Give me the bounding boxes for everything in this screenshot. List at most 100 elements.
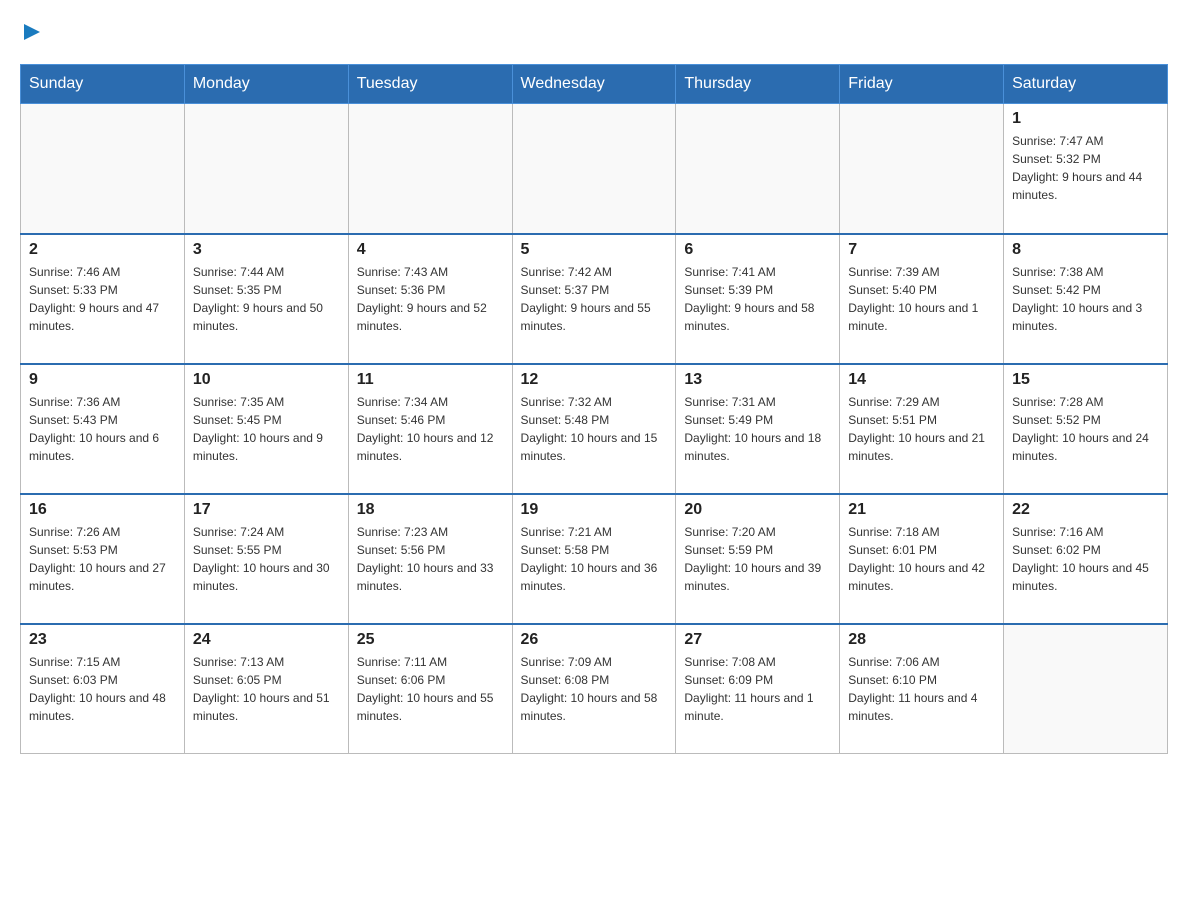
day-info: Sunrise: 7:21 AMSunset: 5:58 PMDaylight:… xyxy=(521,523,668,595)
calendar-day-cell: 3 Sunrise: 7:44 AMSunset: 5:35 PMDaylight… xyxy=(184,234,348,364)
calendar-day-cell: 21 Sunrise: 7:18 AMSunset: 6:01 PMDayligh… xyxy=(840,494,1004,624)
day-number: 23 xyxy=(29,631,176,649)
calendar-day-cell: 22 Sunrise: 7:16 AMSunset: 6:02 PMDayligh… xyxy=(1004,494,1168,624)
calendar-day-cell: 23 Sunrise: 7:15 AMSunset: 6:03 PMDayligh… xyxy=(21,624,185,754)
day-number: 20 xyxy=(684,501,831,519)
calendar-day-cell xyxy=(184,104,348,234)
day-number: 1 xyxy=(1012,110,1159,128)
calendar-day-cell xyxy=(676,104,840,234)
day-number: 21 xyxy=(848,501,995,519)
calendar-day-cell xyxy=(512,104,676,234)
day-info: Sunrise: 7:43 AMSunset: 5:36 PMDaylight:… xyxy=(357,263,504,335)
calendar-week-row: 2 Sunrise: 7:46 AMSunset: 5:33 PMDaylight… xyxy=(21,234,1168,364)
day-info: Sunrise: 7:23 AMSunset: 5:56 PMDaylight:… xyxy=(357,523,504,595)
calendar-day-cell: 8Sunrise: 7:38 AMSunset: 5:42 PMDaylight… xyxy=(1004,234,1168,364)
day-number: 3 xyxy=(193,241,340,259)
day-number: 2 xyxy=(29,241,176,259)
day-number: 14 xyxy=(848,371,995,389)
calendar-day-cell: 26 Sunrise: 7:09 AMSunset: 6:08 PMDayligh… xyxy=(512,624,676,754)
day-of-week-header: Thursday xyxy=(676,65,840,104)
day-number: 17 xyxy=(193,501,340,519)
day-number: 26 xyxy=(521,631,668,649)
calendar-day-cell xyxy=(1004,624,1168,754)
day-number: 28 xyxy=(848,631,995,649)
calendar-day-cell: 1 Sunrise: 7:47 AMSunset: 5:32 PMDaylight… xyxy=(1004,104,1168,234)
day-info: Sunrise: 7:35 AMSunset: 5:45 PMDaylight:… xyxy=(193,393,340,465)
day-info: Sunrise: 7:38 AMSunset: 5:42 PMDaylight:… xyxy=(1012,263,1159,335)
calendar-day-cell: 25Sunrise: 7:11 AMSunset: 6:06 PMDayligh… xyxy=(348,624,512,754)
calendar-week-row: 23 Sunrise: 7:15 AMSunset: 6:03 PMDayligh… xyxy=(21,624,1168,754)
calendar-day-cell: 9 Sunrise: 7:36 AMSunset: 5:43 PMDaylight… xyxy=(21,364,185,494)
day-of-week-header: Wednesday xyxy=(512,65,676,104)
day-info: Sunrise: 7:28 AMSunset: 5:52 PMDaylight:… xyxy=(1012,393,1159,465)
day-number: 13 xyxy=(684,371,831,389)
day-of-week-header: Tuesday xyxy=(348,65,512,104)
day-info: Sunrise: 7:44 AMSunset: 5:35 PMDaylight:… xyxy=(193,263,340,335)
day-info: Sunrise: 7:08 AMSunset: 6:09 PMDaylight:… xyxy=(684,653,831,725)
calendar-week-row: 9 Sunrise: 7:36 AMSunset: 5:43 PMDaylight… xyxy=(21,364,1168,494)
calendar-day-cell: 13 Sunrise: 7:31 AMSunset: 5:49 PMDayligh… xyxy=(676,364,840,494)
calendar-header-row: SundayMondayTuesdayWednesdayThursdayFrid… xyxy=(21,65,1168,104)
day-info: Sunrise: 7:39 AMSunset: 5:40 PMDaylight:… xyxy=(848,263,995,335)
day-of-week-header: Monday xyxy=(184,65,348,104)
calendar-day-cell xyxy=(21,104,185,234)
day-info: Sunrise: 7:15 AMSunset: 6:03 PMDaylight:… xyxy=(29,653,176,725)
day-number: 10 xyxy=(193,371,340,389)
day-info: Sunrise: 7:16 AMSunset: 6:02 PMDaylight:… xyxy=(1012,523,1159,595)
day-number: 5 xyxy=(521,241,668,259)
day-number: 9 xyxy=(29,371,176,389)
day-of-week-header: Friday xyxy=(840,65,1004,104)
calendar-day-cell: 16 Sunrise: 7:26 AMSunset: 5:53 PMDayligh… xyxy=(21,494,185,624)
day-info: Sunrise: 7:34 AMSunset: 5:46 PMDaylight:… xyxy=(357,393,504,465)
day-number: 27 xyxy=(684,631,831,649)
day-info: Sunrise: 7:20 AMSunset: 5:59 PMDaylight:… xyxy=(684,523,831,595)
day-number: 4 xyxy=(357,241,504,259)
day-number: 16 xyxy=(29,501,176,519)
day-info: Sunrise: 7:31 AMSunset: 5:49 PMDaylight:… xyxy=(684,393,831,465)
day-of-week-header: Saturday xyxy=(1004,65,1168,104)
logo xyxy=(20,20,44,44)
day-info: Sunrise: 7:36 AMSunset: 5:43 PMDaylight:… xyxy=(29,393,176,465)
day-info: Sunrise: 7:32 AMSunset: 5:48 PMDaylight:… xyxy=(521,393,668,465)
calendar-day-cell: 10 Sunrise: 7:35 AMSunset: 5:45 PMDayligh… xyxy=(184,364,348,494)
calendar-day-cell: 14 Sunrise: 7:29 AMSunset: 5:51 PMDayligh… xyxy=(840,364,1004,494)
day-info: Sunrise: 7:42 AMSunset: 5:37 PMDaylight:… xyxy=(521,263,668,335)
calendar-day-cell: 15 Sunrise: 7:28 AMSunset: 5:52 PMDayligh… xyxy=(1004,364,1168,494)
calendar-day-cell: 2 Sunrise: 7:46 AMSunset: 5:33 PMDaylight… xyxy=(21,234,185,364)
calendar-table: SundayMondayTuesdayWednesdayThursdayFrid… xyxy=(20,64,1168,754)
day-number: 18 xyxy=(357,501,504,519)
day-number: 15 xyxy=(1012,371,1159,389)
calendar-day-cell: 11 Sunrise: 7:34 AMSunset: 5:46 PMDayligh… xyxy=(348,364,512,494)
day-info: Sunrise: 7:41 AMSunset: 5:39 PMDaylight:… xyxy=(684,263,831,335)
calendar-day-cell: 19 Sunrise: 7:21 AMSunset: 5:58 PMDayligh… xyxy=(512,494,676,624)
day-number: 11 xyxy=(357,371,504,389)
day-number: 12 xyxy=(521,371,668,389)
day-info: Sunrise: 7:29 AMSunset: 5:51 PMDaylight:… xyxy=(848,393,995,465)
day-number: 22 xyxy=(1012,501,1159,519)
calendar-day-cell: 20 Sunrise: 7:20 AMSunset: 5:59 PMDayligh… xyxy=(676,494,840,624)
calendar-day-cell: 7 Sunrise: 7:39 AMSunset: 5:40 PMDaylight… xyxy=(840,234,1004,364)
day-info: Sunrise: 7:47 AMSunset: 5:32 PMDaylight:… xyxy=(1012,132,1159,204)
calendar-week-row: 16 Sunrise: 7:26 AMSunset: 5:53 PMDayligh… xyxy=(21,494,1168,624)
day-number: 6 xyxy=(684,241,831,259)
day-number: 24 xyxy=(193,631,340,649)
calendar-week-row: 1 Sunrise: 7:47 AMSunset: 5:32 PMDaylight… xyxy=(21,104,1168,234)
day-info: Sunrise: 7:26 AMSunset: 5:53 PMDaylight:… xyxy=(29,523,176,595)
calendar-day-cell: 27 Sunrise: 7:08 AMSunset: 6:09 PMDayligh… xyxy=(676,624,840,754)
day-info: Sunrise: 7:18 AMSunset: 6:01 PMDaylight:… xyxy=(848,523,995,595)
day-info: Sunrise: 7:46 AMSunset: 5:33 PMDaylight:… xyxy=(29,263,176,335)
day-info: Sunrise: 7:06 AMSunset: 6:10 PMDaylight:… xyxy=(848,653,995,725)
calendar-day-cell: 28 Sunrise: 7:06 AMSunset: 6:10 PMDayligh… xyxy=(840,624,1004,754)
calendar-day-cell: 24Sunrise: 7:13 AMSunset: 6:05 PMDayligh… xyxy=(184,624,348,754)
calendar-day-cell: 6 Sunrise: 7:41 AMSunset: 5:39 PMDaylight… xyxy=(676,234,840,364)
logo-flag-icon xyxy=(22,22,44,44)
day-info: Sunrise: 7:11 AMSunset: 6:06 PMDaylight:… xyxy=(357,653,504,725)
calendar-day-cell: 5 Sunrise: 7:42 AMSunset: 5:37 PMDaylight… xyxy=(512,234,676,364)
day-of-week-header: Sunday xyxy=(21,65,185,104)
calendar-day-cell: 17Sunrise: 7:24 AMSunset: 5:55 PMDayligh… xyxy=(184,494,348,624)
day-number: 7 xyxy=(848,241,995,259)
day-number: 19 xyxy=(521,501,668,519)
calendar-day-cell: 12 Sunrise: 7:32 AMSunset: 5:48 PMDayligh… xyxy=(512,364,676,494)
day-info: Sunrise: 7:09 AMSunset: 6:08 PMDaylight:… xyxy=(521,653,668,725)
calendar-day-cell xyxy=(840,104,1004,234)
